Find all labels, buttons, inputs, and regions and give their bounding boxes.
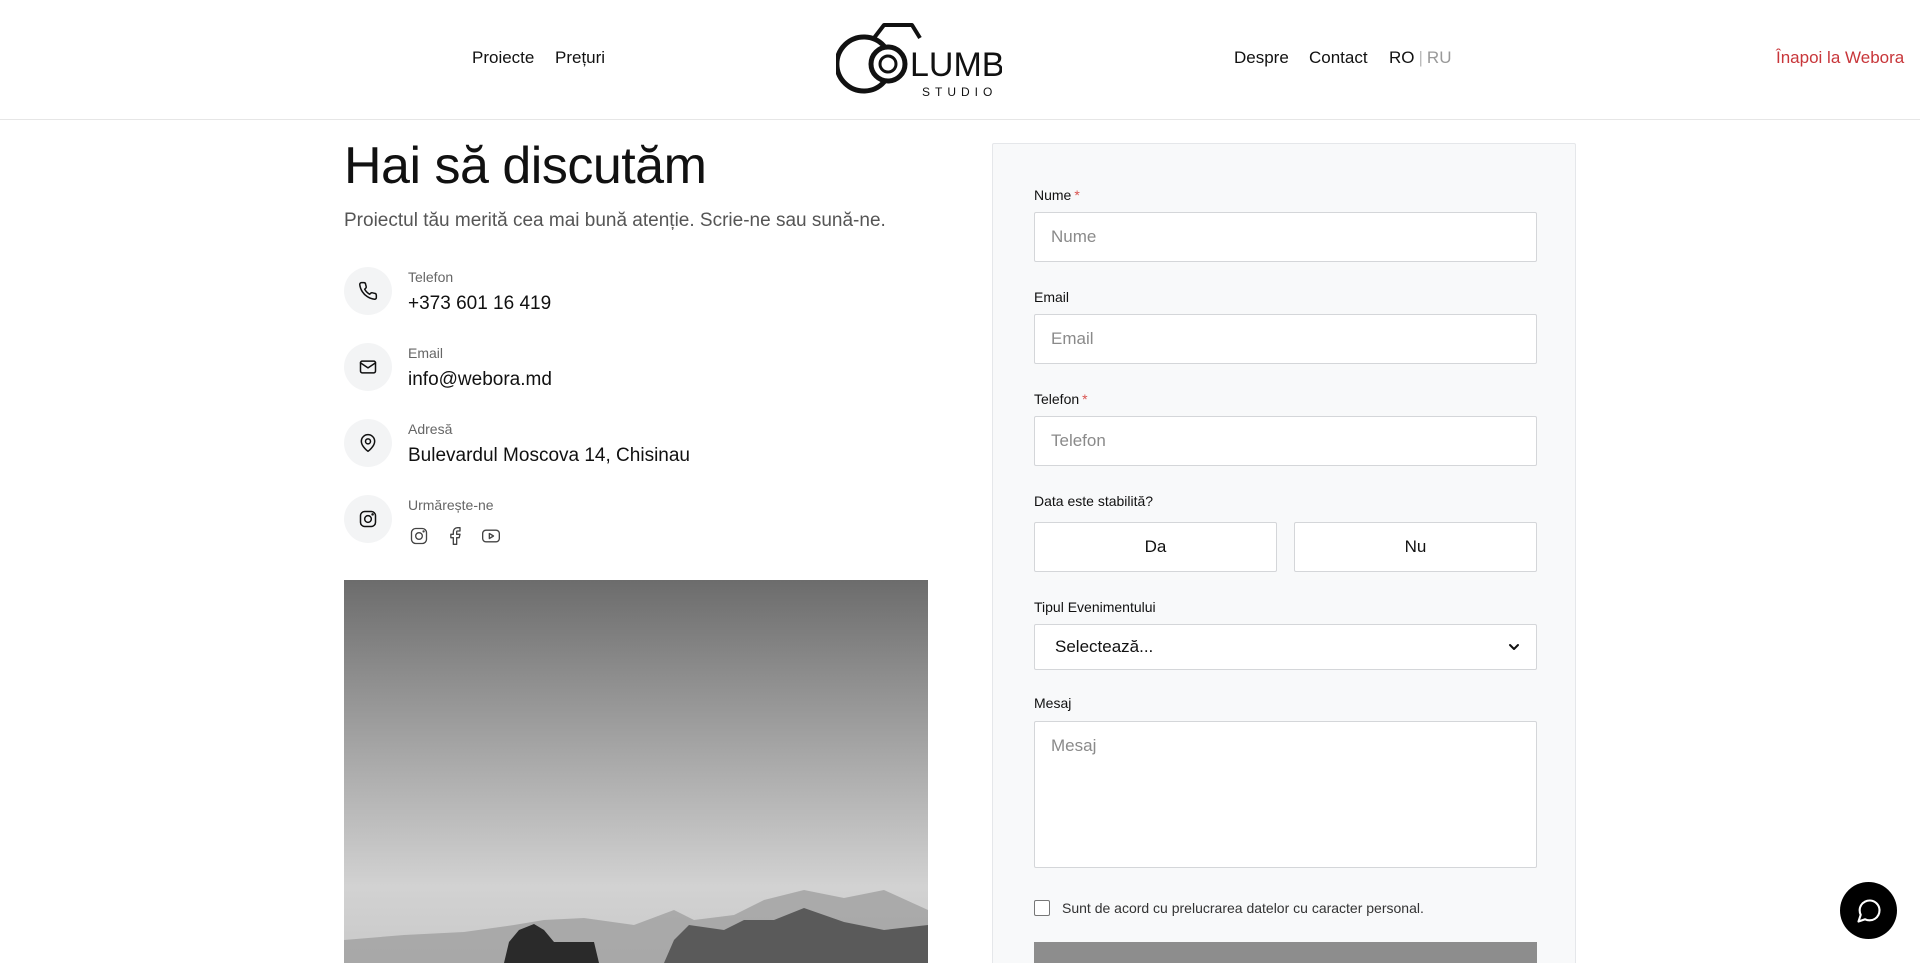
mountain-landscape-image (344, 890, 928, 963)
chevron-down-icon (1509, 644, 1519, 650)
logo-wordmark: LUMB (910, 46, 1002, 84)
lang-ro[interactable]: RO (1389, 48, 1415, 67)
event-type-selected: Selectează... (1055, 637, 1154, 656)
instagram-icon (344, 495, 392, 543)
contact-email: Email info@webora.md (344, 343, 904, 393)
address-text: Bulevardul Moscova 14, Chisinau (408, 445, 690, 466)
email-input[interactable] (1034, 314, 1537, 364)
nav-link-contact[interactable]: Contact (1309, 48, 1368, 68)
columb-studio-logo: LUMB STUDIO (834, 23, 1004, 99)
contact-label: Telefon (408, 269, 454, 285)
required-asterisk: * (1074, 187, 1080, 203)
event-type-label: Tipul Evenimentului (1034, 599, 1156, 615)
lang-separator: | (1418, 48, 1423, 67)
phone-icon (344, 267, 392, 315)
name-label: Nume * (1034, 187, 1080, 203)
event-type-select[interactable]: Selectează... (1034, 624, 1537, 670)
contact-phone: Telefon +373 601 16 419 (344, 267, 904, 317)
youtube-icon[interactable] (480, 525, 502, 547)
instagram-icon[interactable] (408, 525, 430, 547)
contact-address: Adresă Bulevardul Moscova 14, Chisinau (344, 419, 904, 469)
nav-link-prices[interactable]: Prețuri (555, 48, 605, 68)
page-subtitle: Proiectul tău merită cea mai bună atenți… (344, 210, 886, 231)
email-link[interactable]: info@webora.md (408, 369, 552, 391)
social-links (408, 525, 502, 547)
consent-text: Sunt de acord cu prelucrarea datelor cu … (1062, 900, 1424, 916)
date-set-yes-button[interactable]: Da (1034, 522, 1277, 572)
name-input[interactable] (1034, 212, 1537, 262)
mail-icon (344, 343, 392, 391)
page-title: Hai să discutăm (344, 137, 707, 195)
back-to-webora-link[interactable]: Înapoi la Webora (1776, 48, 1904, 68)
message-textarea[interactable] (1034, 721, 1537, 868)
nav-link-projects[interactable]: Proiecte (472, 48, 534, 68)
chat-button[interactable] (1840, 882, 1897, 939)
logo-subtitle: STUDIO (922, 85, 997, 99)
contact-label: Adresă (408, 421, 453, 437)
contact-label: Urmărește-ne (408, 497, 494, 513)
contact-follow: Urmărește-ne (344, 495, 904, 545)
date-set-label: Data este stabilită? (1034, 493, 1154, 509)
map-pin-icon (344, 419, 392, 467)
consent-checkbox[interactable] (1034, 900, 1050, 916)
phone-number-link[interactable]: +373 601 16 419 (408, 293, 551, 315)
language-switcher: RO | RU (1389, 48, 1451, 68)
nav-link-about[interactable]: Despre (1234, 48, 1289, 68)
phone-label: Telefon * (1034, 391, 1088, 407)
submit-button[interactable] (1034, 942, 1537, 963)
logo[interactable]: LUMB STUDIO (834, 20, 1004, 100)
site-header: Proiecte Prețuri LUMB STUDIO Despre Cont… (0, 0, 1920, 120)
required-asterisk: * (1082, 391, 1088, 407)
phone-input[interactable] (1034, 416, 1537, 466)
date-set-no-button[interactable]: Nu (1294, 522, 1537, 572)
contact-form: Nume* Email Telefon* Data este stabilită… (992, 143, 1576, 963)
consent-row: Sunt de acord cu prelucrarea datelor cu … (1034, 900, 1424, 916)
lang-ru[interactable]: RU (1427, 48, 1452, 67)
contact-label: Email (408, 345, 444, 361)
hero-photo (344, 580, 928, 963)
email-label: Email (1034, 289, 1070, 305)
chat-bubble-icon (1856, 898, 1881, 923)
message-label: Mesaj (1034, 695, 1072, 711)
facebook-icon[interactable] (444, 525, 466, 547)
